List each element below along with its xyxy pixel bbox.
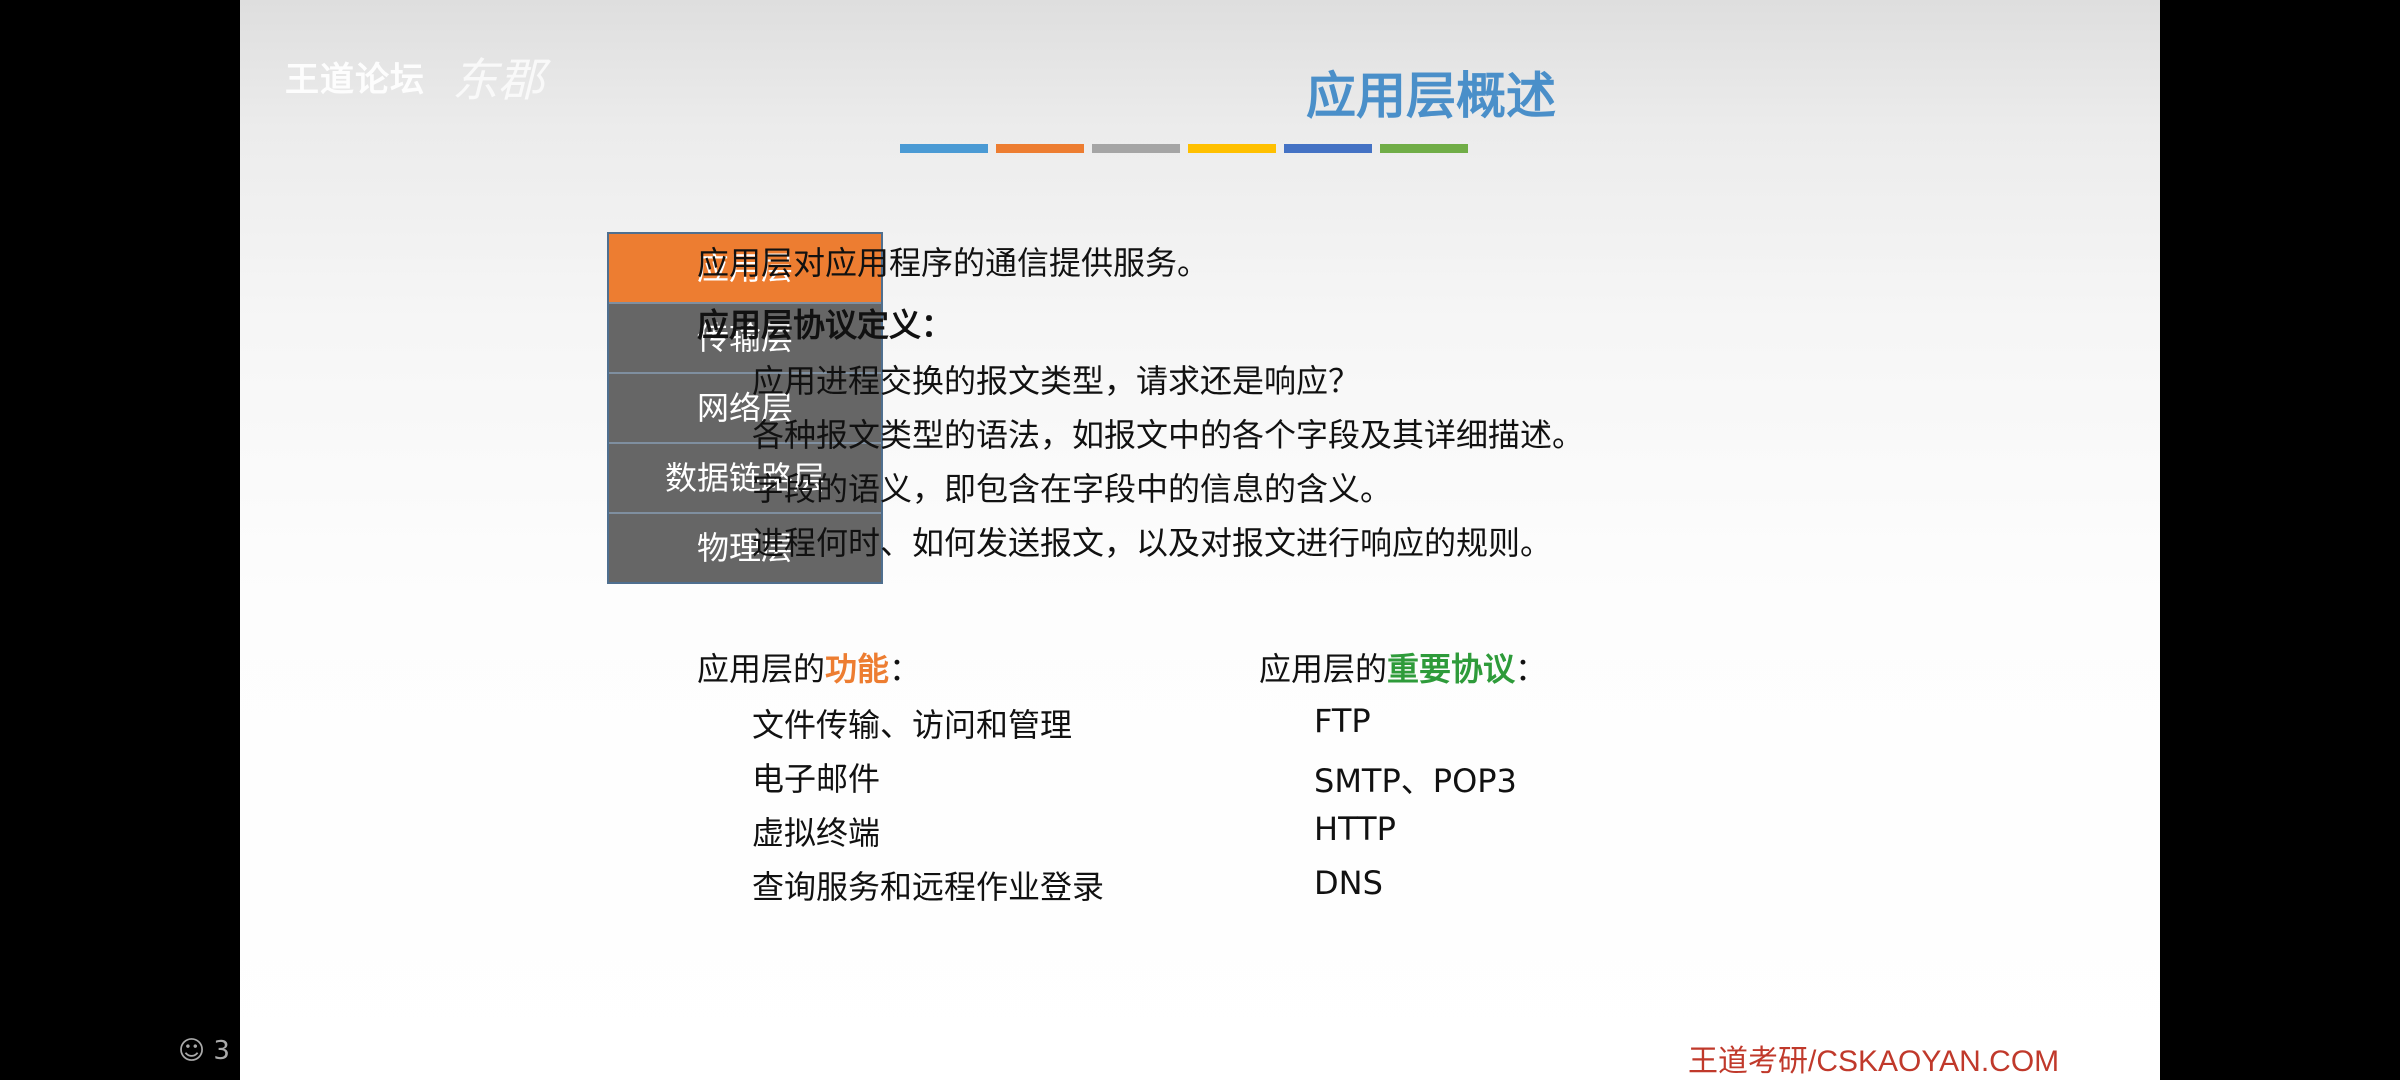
protocol-item: FTP <box>1314 702 1371 740</box>
slide: 应用层概述 应用层 传输层 网络层 数据链路层 物理层 应用层对应用程序的通信提… <box>240 0 2160 1080</box>
footer-brand: 王道考研/CSKAOYAN.COM <box>1688 1045 2060 1078</box>
protocol-definition-item: 应用进程交换的报文类型，请求还是响应？ <box>752 362 1361 400</box>
functions-heading-suffix: ： <box>889 650 922 688</box>
protocols-heading-highlight: 重要协议 <box>1387 650 1516 688</box>
protocol-item: SMTP、POP3 <box>1314 762 1517 800</box>
function-item: 虚拟终端 <box>752 814 881 852</box>
functions-heading: 应用层的功能： <box>697 644 921 690</box>
protocol-definition-heading: 应用层协议定义： <box>697 306 954 344</box>
protocol-item: HTTP <box>1314 810 1396 848</box>
title-color-bar <box>1092 144 1180 153</box>
people-icon: ☺ <box>178 1036 206 1066</box>
watermark-text: 王道论坛 <box>285 60 425 100</box>
title-color-bar <box>1188 144 1276 153</box>
side-indicator: ☺ 3 <box>178 1036 230 1066</box>
protocol-definition-item: 进程何时、如何发送报文，以及对报文进行响应的规则。 <box>752 524 1553 562</box>
functions-heading-prefix: 应用层的 <box>697 650 826 688</box>
title-color-bar <box>1284 144 1372 153</box>
title-color-bar <box>1380 144 1468 153</box>
functions-heading-highlight: 功能 <box>825 650 890 688</box>
protocols-heading: 应用层的重要协议： <box>1259 644 1547 690</box>
function-item: 文件传输、访问和管理 <box>752 706 1073 744</box>
function-item: 查询服务和远程作业登录 <box>752 868 1105 906</box>
protocols-heading-suffix: ： <box>1515 650 1548 688</box>
protocol-item: DNS <box>1314 864 1383 902</box>
title-color-bar <box>900 144 988 153</box>
slide-title: 应用层概述 <box>1306 67 1556 125</box>
intro-text: 应用层对应用程序的通信提供服务。 <box>697 244 1210 282</box>
protocol-definition-item: 字段的语义，即包含在字段中的信息的含义。 <box>752 470 1393 508</box>
protocols-heading-prefix: 应用层的 <box>1259 650 1388 688</box>
watermark-signature: 东郡 <box>452 53 544 107</box>
function-item: 电子邮件 <box>752 760 881 798</box>
side-indicator-count: 3 <box>213 1036 230 1066</box>
protocol-definition-item: 各种报文类型的语法，如报文中的各个字段及其详细描述。 <box>752 416 1585 454</box>
title-color-bar <box>996 144 1084 153</box>
